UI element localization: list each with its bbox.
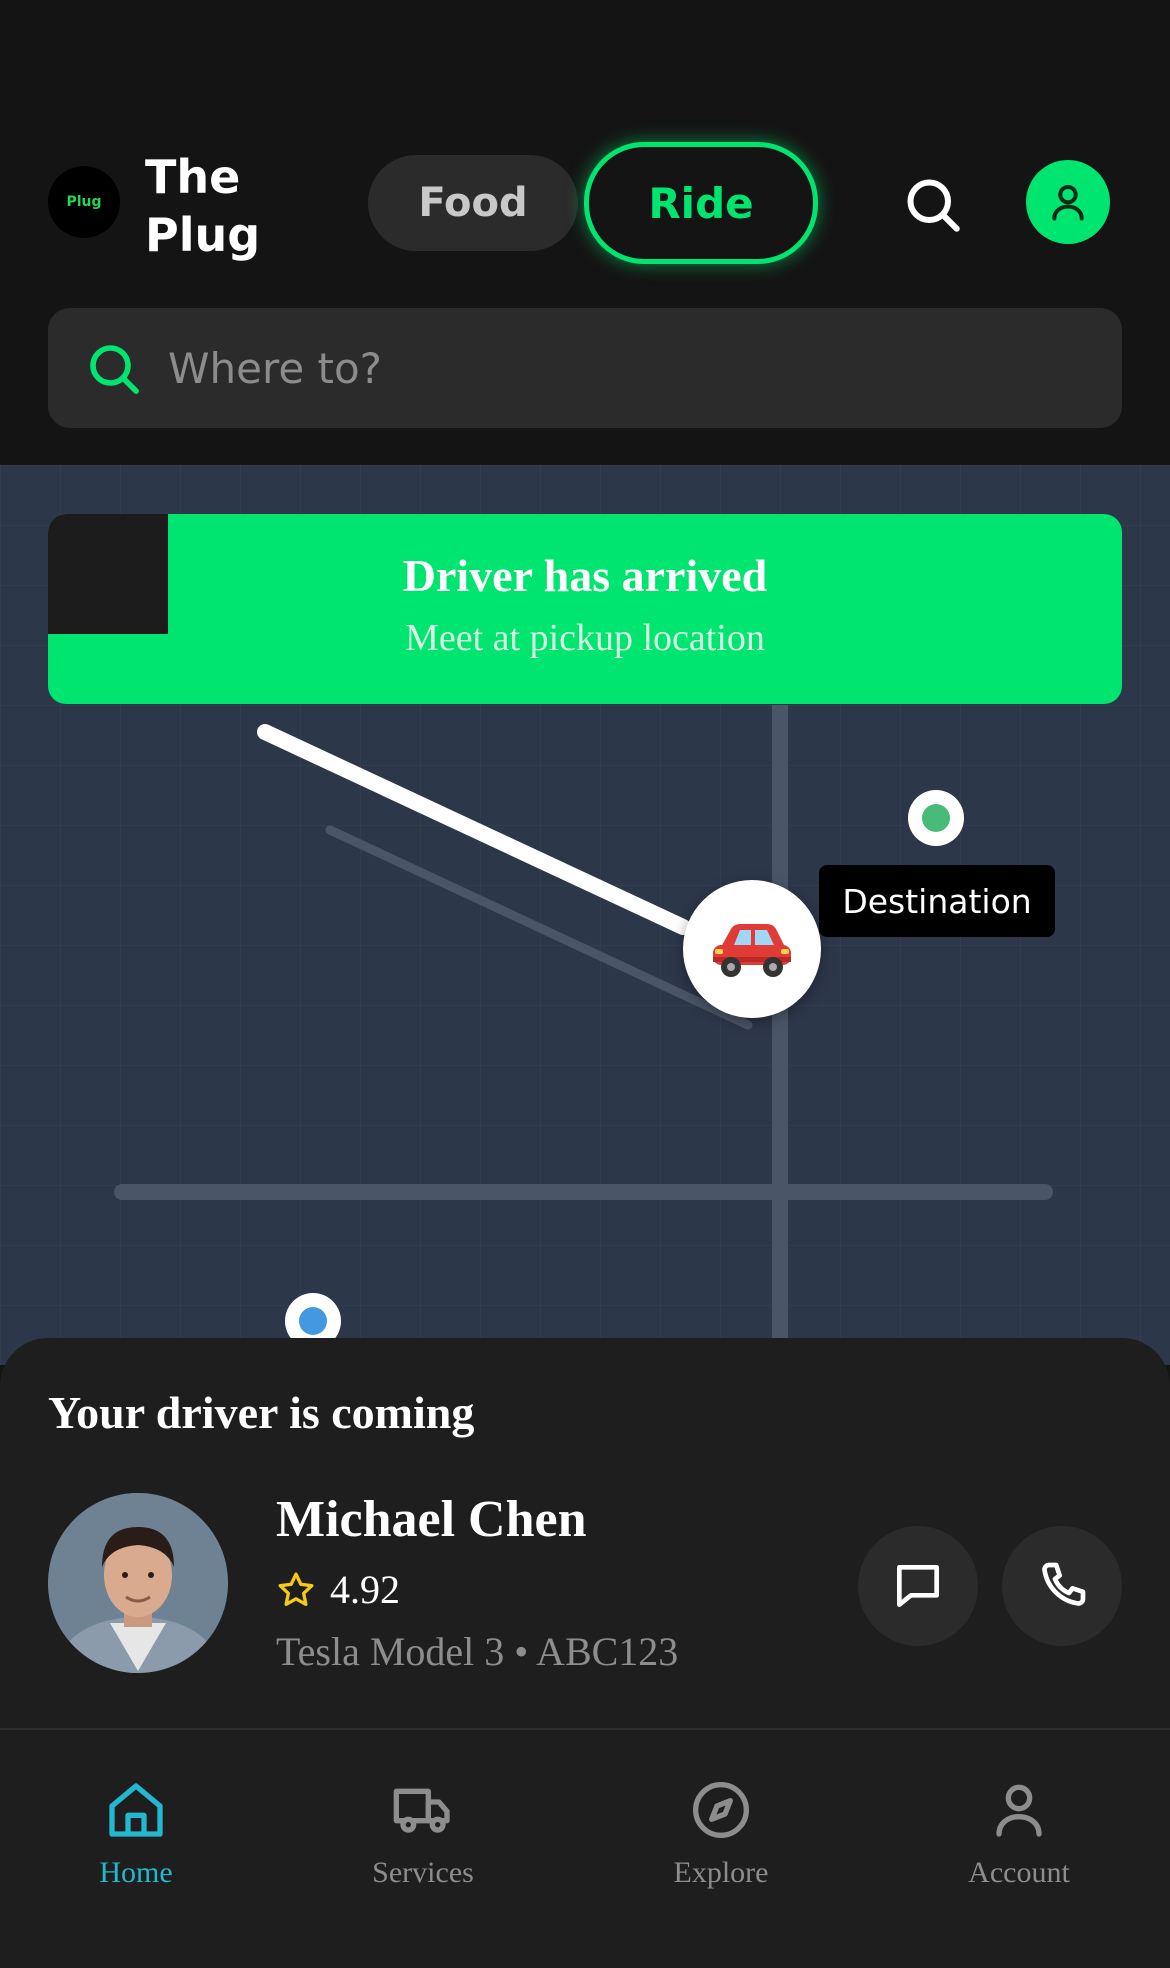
tab-ride[interactable]: Ride <box>584 142 818 264</box>
sheet-title: Your driver is coming <box>48 1387 475 1438</box>
avatar-image <box>48 1493 228 1673</box>
star-icon <box>278 1572 314 1606</box>
message-icon <box>897 1565 939 1607</box>
nav-item-account[interactable]: Account <box>919 1778 1119 1898</box>
truck-icon <box>393 1788 450 1833</box>
search-icon <box>90 345 139 394</box>
nav-label: Account <box>968 1856 1070 1889</box>
nav-label: Services <box>372 1856 474 1889</box>
where-to-search[interactable] <box>48 308 1122 428</box>
driver-avatar[interactable] <box>48 1493 228 1673</box>
message-button[interactable] <box>858 1526 978 1646</box>
search-icon <box>907 179 960 232</box>
driver-sheet: Your driver is coming Michael Chen 4.92 … <box>0 1338 1170 1728</box>
driver-arrived-banner: Driver has arrived Meet at pickup locati… <box>48 514 1122 704</box>
nav-item-explore[interactable]: Explore <box>621 1778 821 1898</box>
destination-pin[interactable] <box>908 790 964 846</box>
app-header: Plug The Plug Food Ride <box>0 0 1170 465</box>
home-icon <box>109 1783 163 1837</box>
nav-item-home[interactable]: Home <box>36 1778 236 1898</box>
car-icon <box>713 924 791 977</box>
bottom-nav: Home Services Explore Account <box>0 1728 1170 1968</box>
destination-label: Destination <box>819 865 1055 937</box>
user-icon <box>1052 184 1084 221</box>
driver-name: Michael Chen <box>276 1491 587 1548</box>
banner-subtitle: Meet at pickup location <box>405 617 765 659</box>
search-input[interactable] <box>168 328 1068 408</box>
app-logo[interactable]: Plug <box>48 166 120 238</box>
phone-icon <box>1042 1562 1086 1606</box>
brand-name: The Plug <box>145 150 261 262</box>
nav-label: Explore <box>673 1856 769 1889</box>
logo-text: Plug <box>66 194 102 210</box>
car-marker[interactable] <box>683 880 821 1018</box>
profile-button[interactable] <box>1026 160 1110 244</box>
user-icon <box>996 1784 1042 1837</box>
map-view[interactable]: Driver has arrived Meet at pickup locati… <box>0 465 1170 1365</box>
nav-label: Home <box>99 1856 173 1889</box>
nav-item-services[interactable]: Services <box>323 1778 523 1898</box>
vehicle-info: Tesla Model 3 • ABC123 <box>276 1629 679 1674</box>
banner-title: Driver has arrived <box>402 550 768 601</box>
driver-rating: 4.92 <box>276 1566 400 1613</box>
call-button[interactable] <box>1002 1526 1122 1646</box>
rating-value: 4.92 <box>330 1567 400 1612</box>
compass-icon <box>693 1782 749 1838</box>
search-button[interactable] <box>898 170 968 240</box>
tab-food[interactable]: Food <box>368 155 578 251</box>
